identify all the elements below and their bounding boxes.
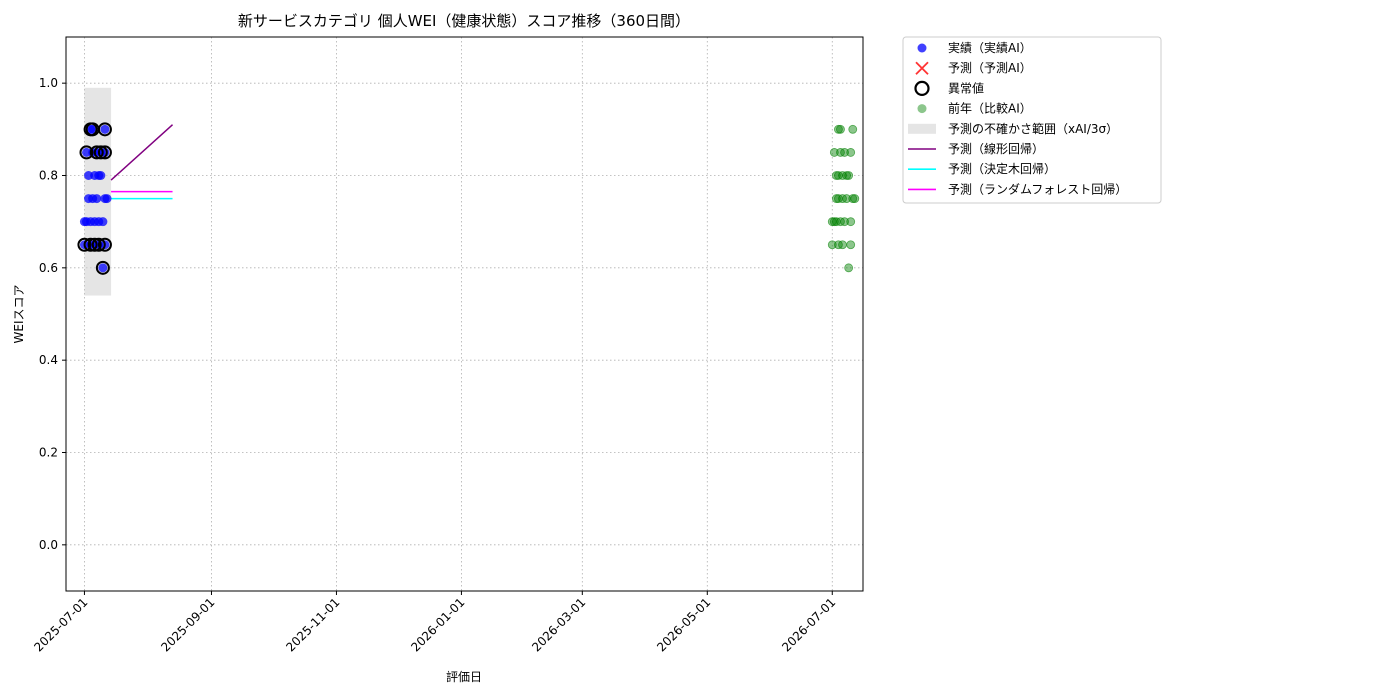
y-tick-label: 1.0 [39,76,58,90]
y-tick-label: 0.6 [39,261,58,275]
legend-label: 予測（決定木回帰） [948,161,1056,176]
y-tick-label: 0.2 [39,446,58,460]
actual-point [98,263,108,273]
last-year-point [844,171,854,180]
legend-label: 予測の不確かさ範囲（xAI/3σ） [948,121,1118,136]
legend-label: 前年（比較AI） [948,101,1032,116]
actual-point [96,171,106,180]
legend-marker-last_year [917,104,927,114]
actual-point [100,124,110,134]
y-axis-label: WEIスコア [12,285,26,344]
legend-label: 予測（ランダムフォレスト回帰） [948,181,1127,196]
last-year-point [838,240,847,250]
last-year-point [844,263,854,273]
legend-marker-band [908,123,936,134]
last-year-point [850,194,860,203]
y-tick-label: 0.8 [39,169,58,183]
chart-title: 新サービスカテゴリ 個人WEI（健康状態）スコア推移（360日間） [238,12,690,30]
legend-frame [902,36,1162,204]
actual-point [92,194,102,204]
last-year-point [846,240,856,250]
last-year-point [846,217,856,227]
actual-point [102,194,112,204]
last-year-point [846,148,856,157]
legend-marker-actual [917,43,927,53]
y-tick-label: 0.0 [39,538,58,552]
y-tick-label: 0.4 [39,353,58,367]
legend-label: 予測（予測AI） [948,61,1032,75]
last-year-point [848,124,858,134]
actual-point [98,217,108,227]
legend: 実績（実績AI） 予測（予測AI） 異常値前年（比較AI） 予測の不確かさ範囲（xAI… [902,36,1162,204]
legend-label: 予測（線形回帰） [948,141,1044,156]
legend-label: 実績（実績AI） [948,40,1032,55]
last-year-point [836,124,845,134]
legend-label: 異常値 [948,80,984,95]
x-axis-label: 評価日 [446,669,482,684]
chart-canvas: 0.00.20.40.60.81.02025-07-01 2025-09-01 20… [0,0,1400,700]
figure-background [0,0,1400,700]
